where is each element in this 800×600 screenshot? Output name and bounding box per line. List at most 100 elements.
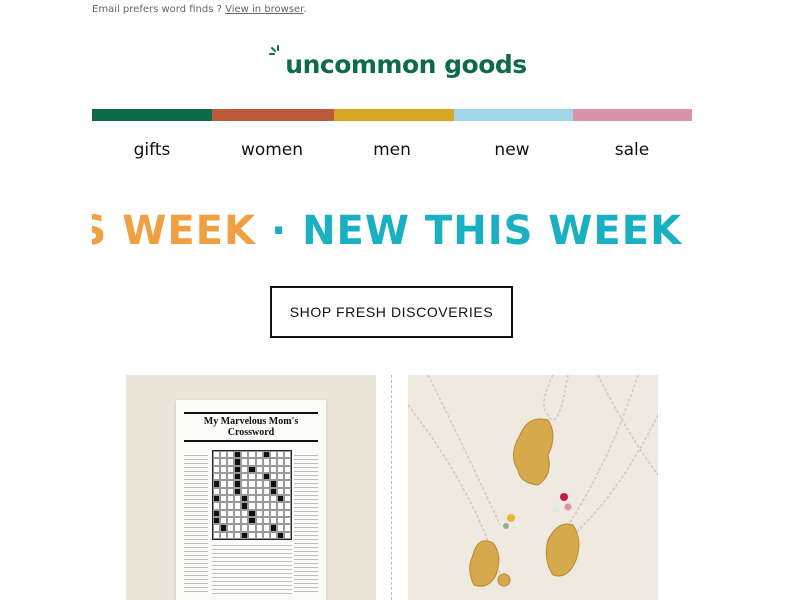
crossword-cell — [213, 451, 221, 459]
view-in-browser-link[interactable]: View in browser — [225, 4, 303, 15]
color-bar — [92, 109, 692, 121]
new-this-week-banner[interactable]: NEW THIS WEEK · NEW THIS WEEK · — [92, 203, 692, 259]
crossword-cell — [241, 531, 249, 539]
crossword-cell — [283, 458, 291, 466]
crossword-cell — [227, 458, 235, 466]
nav-new[interactable]: new — [452, 140, 572, 160]
crossword-cell — [248, 524, 256, 532]
crossword-cell — [255, 531, 263, 539]
crossword-cell — [255, 465, 263, 473]
crossword-cell — [269, 502, 277, 510]
crossword-cell — [220, 524, 228, 532]
crossword-cell — [276, 517, 284, 525]
shop-fresh-discoveries-button[interactable]: SHOP FRESH DISCOVERIES — [270, 286, 513, 338]
crossword-cell — [234, 495, 242, 503]
crossword-cell — [220, 465, 228, 473]
crossword-cell — [248, 509, 256, 517]
product-crossword[interactable]: My Marvelous Mom's Crossword — [126, 375, 376, 600]
clue-lines — [184, 455, 208, 595]
clue-lines — [212, 545, 292, 595]
crossword-cell — [241, 487, 249, 495]
nav-gifts[interactable]: gifts — [92, 140, 212, 160]
crossword-cell — [283, 487, 291, 495]
crossword-cell — [262, 451, 270, 459]
crossword-cell — [220, 502, 228, 510]
color-bar-segment — [573, 109, 692, 121]
crossword-cell — [241, 465, 249, 473]
crossword-cell — [241, 524, 249, 532]
crossword-cell — [255, 495, 263, 503]
crossword-cell — [220, 495, 228, 503]
crossword-cell — [283, 531, 291, 539]
crossword-cell — [255, 517, 263, 525]
crossword-cell — [276, 451, 284, 459]
crossword-cell — [262, 524, 270, 532]
crossword-cell — [269, 451, 277, 459]
crossword-cell — [234, 473, 242, 481]
nav-sale[interactable]: sale — [572, 140, 692, 160]
crossword-cell — [234, 531, 242, 539]
crossword-cell — [234, 465, 242, 473]
nav-women[interactable]: women — [212, 140, 332, 160]
crossword-cell — [283, 517, 291, 525]
necklace-image — [408, 375, 658, 587]
crossword-cell — [227, 487, 235, 495]
crossword-cell — [248, 473, 256, 481]
product-divider — [391, 375, 392, 600]
crossword-cell — [255, 451, 263, 459]
crossword-cell — [227, 531, 235, 539]
crossword-cell — [255, 480, 263, 488]
crossword-cell — [262, 517, 270, 525]
crossword-cell — [234, 509, 242, 517]
ticker-separator: · — [270, 208, 288, 254]
crossword-cell — [276, 458, 284, 466]
crossword-cell — [269, 524, 277, 532]
color-bar-segment — [454, 109, 573, 121]
crossword-cell — [283, 524, 291, 532]
crossword-cell — [255, 473, 263, 481]
crossword-cell — [283, 502, 291, 510]
crossword-cell — [262, 531, 270, 539]
preheader: Email prefers word finds ? View in brows… — [92, 4, 307, 15]
crossword-cell — [269, 517, 277, 525]
crossword-cell — [269, 473, 277, 481]
ticker-text-teal: NEW THIS WEEK — [302, 208, 683, 254]
crossword-cell — [220, 480, 228, 488]
crossword-cell — [241, 473, 249, 481]
crossword-cell — [234, 480, 242, 488]
crossword-cell — [248, 458, 256, 466]
crossword-cell — [227, 473, 235, 481]
crossword-cell — [220, 517, 228, 525]
crossword-cell — [227, 451, 235, 459]
crossword-cell — [283, 495, 291, 503]
crossword-cell — [241, 451, 249, 459]
crossword-cell — [283, 473, 291, 481]
preheader-suffix: . — [303, 4, 307, 15]
crossword-cell — [234, 502, 242, 510]
logo[interactable]: uncommon goods — [0, 45, 800, 79]
crossword-cell — [283, 465, 291, 473]
crossword-cell — [213, 458, 221, 466]
crossword-cell — [248, 502, 256, 510]
crossword-cell — [241, 509, 249, 517]
spark-icon — [269, 45, 280, 55]
crossword-cell — [283, 509, 291, 517]
crossword-cell — [262, 509, 270, 517]
crossword-cell — [241, 517, 249, 525]
crossword-cell — [248, 465, 256, 473]
crossword-cell — [220, 487, 228, 495]
product-necklaces[interactable] — [408, 375, 658, 600]
nav-men[interactable]: men — [332, 140, 452, 160]
crossword-cell — [220, 509, 228, 517]
crossword-cell — [248, 480, 256, 488]
crossword-cell — [234, 517, 242, 525]
crossword-cell — [220, 458, 228, 466]
crossword-cell — [276, 480, 284, 488]
clue-lines — [294, 455, 318, 595]
crossword-cell — [255, 458, 263, 466]
logo-text: uncommon goods — [285, 50, 527, 79]
crossword-cell — [269, 487, 277, 495]
crossword-cell — [255, 487, 263, 495]
crossword-cell — [241, 458, 249, 466]
crossword-cell — [248, 531, 256, 539]
